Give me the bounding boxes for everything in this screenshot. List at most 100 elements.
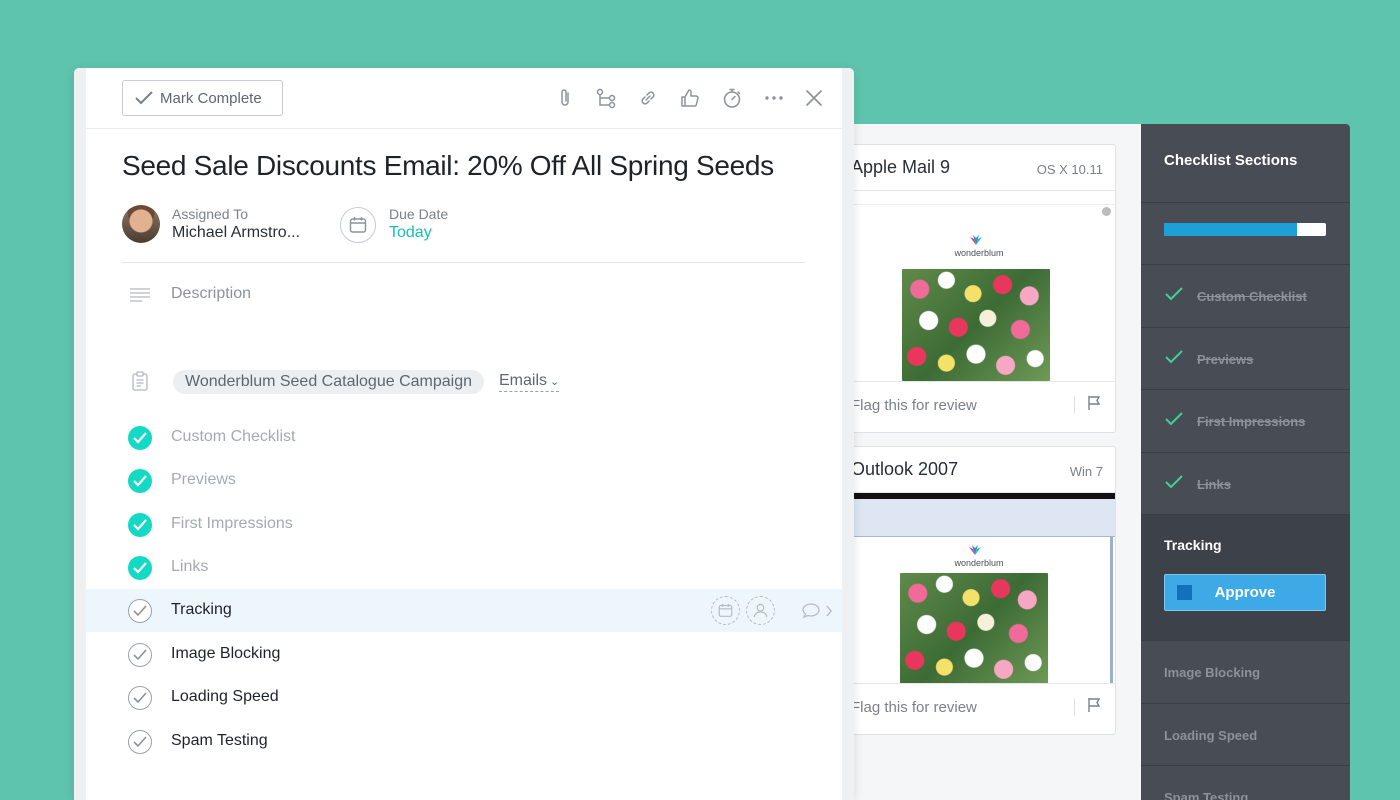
subtask-row[interactable]: Image Blocking bbox=[86, 633, 842, 676]
outlook-ribbon bbox=[843, 493, 1115, 537]
check-icon bbox=[133, 475, 147, 487]
checklist-item-loading-speed[interactable]: Loading Speed bbox=[1141, 704, 1350, 766]
comment-icon[interactable] bbox=[801, 602, 835, 620]
subtask-checkbox[interactable] bbox=[128, 426, 152, 450]
flag-for-review-link[interactable]: Flag this for review bbox=[851, 699, 977, 716]
checklist-item-label: Spam Testing bbox=[1164, 790, 1249, 800]
subtask-label[interactable]: Custom Checklist bbox=[171, 428, 295, 446]
subtask-icon[interactable] bbox=[595, 87, 617, 109]
flag-icon[interactable] bbox=[1087, 395, 1101, 411]
calendar-icon bbox=[718, 603, 733, 617]
approve-button-label: Approve bbox=[1214, 584, 1276, 601]
checklist-item-spam-testing[interactable]: Spam Testing bbox=[1141, 766, 1350, 800]
progress-track bbox=[1164, 223, 1326, 236]
checklist-item-label: Custom Checklist bbox=[1197, 289, 1307, 304]
close-icon[interactable] bbox=[803, 87, 825, 109]
section-dropdown-label: Emails bbox=[499, 372, 548, 389]
checklist-item-label: Loading Speed bbox=[1164, 727, 1258, 743]
check-icon bbox=[1165, 412, 1183, 426]
subtask-checkbox[interactable] bbox=[128, 556, 152, 580]
wonderblum-logo-icon bbox=[970, 235, 982, 245]
section-dropdown[interactable]: Emails ⌄ bbox=[499, 372, 560, 392]
paperclip-icon[interactable] bbox=[554, 87, 576, 109]
preview-footer: Flag this for review bbox=[843, 381, 1115, 429]
preview-client-name: Apple Mail 9 bbox=[851, 157, 951, 177]
checklist-item-first-impressions[interactable]: First Impressions bbox=[1141, 390, 1350, 453]
check-icon bbox=[133, 649, 147, 661]
subtask-row[interactable]: Loading Speed bbox=[86, 676, 842, 719]
preview-os: Win 7 bbox=[1069, 464, 1103, 479]
subtask-row[interactable]: Custom Checklist bbox=[86, 416, 842, 459]
subtask-label[interactable]: First Impressions bbox=[171, 515, 293, 533]
divider bbox=[1074, 396, 1075, 414]
checklist-progress bbox=[1141, 203, 1350, 265]
subtask-row-highlighted[interactable]: Tracking bbox=[86, 589, 842, 632]
subtask-row[interactable]: First Impressions bbox=[86, 503, 842, 546]
check-icon bbox=[1165, 287, 1183, 301]
preview-header: Apple Mail 9 OS X 10.11 bbox=[843, 145, 1115, 191]
subtask-row[interactable]: Links bbox=[86, 546, 842, 589]
flag-for-review-link[interactable]: Flag this for review bbox=[851, 397, 977, 414]
subtask-checkbox[interactable] bbox=[128, 599, 152, 623]
timer-icon[interactable] bbox=[721, 87, 743, 109]
user-icon bbox=[753, 603, 768, 618]
checklist-item-custom-checklist[interactable]: Custom Checklist bbox=[1141, 265, 1350, 328]
assignee-name[interactable]: Michael Armstro... bbox=[172, 224, 300, 242]
project-tag[interactable]: Wonderblum Seed Catalogue Campaign bbox=[173, 370, 484, 394]
tulips-image bbox=[902, 269, 1050, 381]
flag-icon[interactable] bbox=[1087, 697, 1101, 713]
link-icon[interactable] bbox=[637, 87, 659, 109]
subtask-checkbox[interactable] bbox=[128, 513, 152, 537]
task-toolbar: Mark Complete bbox=[86, 68, 842, 129]
preview-footer: Flag this for review bbox=[843, 683, 1115, 731]
preview-card-outlook: Outlook 2007 Win 7 wonderblum Flag this … bbox=[842, 446, 1116, 735]
mail-toolbar bbox=[843, 191, 1115, 205]
checklist-item-links[interactable]: Links bbox=[1141, 453, 1350, 515]
subtask-row[interactable]: Spam Testing bbox=[86, 720, 842, 763]
due-date-value[interactable]: Today bbox=[389, 224, 432, 242]
subtask-assignee-button[interactable] bbox=[746, 596, 775, 625]
chevron-down-icon: ⌄ bbox=[550, 376, 560, 388]
like-icon[interactable] bbox=[679, 87, 701, 109]
checklist-item-previews[interactable]: Previews bbox=[1141, 328, 1350, 390]
brand-name: wonderblum bbox=[954, 248, 1004, 258]
check-icon bbox=[1165, 349, 1183, 363]
due-date-label: Due Date bbox=[389, 206, 449, 222]
checklist-item-label: Previews bbox=[1197, 351, 1254, 367]
subtask-label[interactable]: Tracking bbox=[171, 601, 232, 619]
subtask-label[interactable]: Previews bbox=[171, 471, 236, 489]
mark-complete-label: Mark Complete bbox=[160, 90, 262, 107]
subtask-checkbox[interactable] bbox=[128, 643, 152, 667]
subtask-due-date-button[interactable] bbox=[711, 596, 740, 625]
checklist-item-label: Links bbox=[1197, 476, 1231, 492]
checklist-item-image-blocking[interactable]: Image Blocking bbox=[1141, 641, 1350, 704]
avatar[interactable] bbox=[122, 205, 160, 243]
subtask-checkbox[interactable] bbox=[128, 730, 152, 754]
preview-screenshot[interactable]: wonderblum bbox=[843, 493, 1115, 683]
subtask-checkbox[interactable] bbox=[128, 686, 152, 710]
description-field[interactable]: Description bbox=[171, 285, 251, 303]
subtask-checkbox[interactable] bbox=[128, 469, 152, 493]
check-icon bbox=[133, 519, 147, 531]
preview-client-name: Outlook 2007 bbox=[851, 459, 959, 479]
wonderblum-logo-icon bbox=[969, 545, 981, 555]
subtask-label[interactable]: Spam Testing bbox=[171, 732, 268, 750]
preview-os: OS X 10.11 bbox=[1036, 162, 1103, 177]
check-icon bbox=[133, 432, 147, 444]
check-icon bbox=[133, 605, 147, 617]
task-title[interactable]: Seed Sale Discounts Email: 20% Off All S… bbox=[122, 150, 774, 182]
due-date-button[interactable] bbox=[340, 207, 376, 243]
mark-complete-button[interactable]: Mark Complete bbox=[122, 80, 283, 116]
preview-screenshot[interactable]: wonderblum bbox=[843, 191, 1115, 381]
subtask-label[interactable]: Image Blocking bbox=[171, 645, 280, 663]
checklist-item-tracking-active[interactable]: Tracking Approve bbox=[1141, 515, 1350, 641]
subtask-label[interactable]: Loading Speed bbox=[171, 688, 279, 706]
approve-button[interactable]: Approve bbox=[1164, 574, 1326, 611]
check-icon bbox=[133, 736, 147, 748]
subtask-label[interactable]: Links bbox=[171, 558, 208, 576]
check-icon bbox=[133, 562, 147, 574]
scroll-indicator bbox=[1102, 207, 1111, 216]
divider bbox=[1074, 698, 1075, 716]
more-icon[interactable] bbox=[763, 87, 785, 109]
subtask-row[interactable]: Previews bbox=[86, 459, 842, 502]
